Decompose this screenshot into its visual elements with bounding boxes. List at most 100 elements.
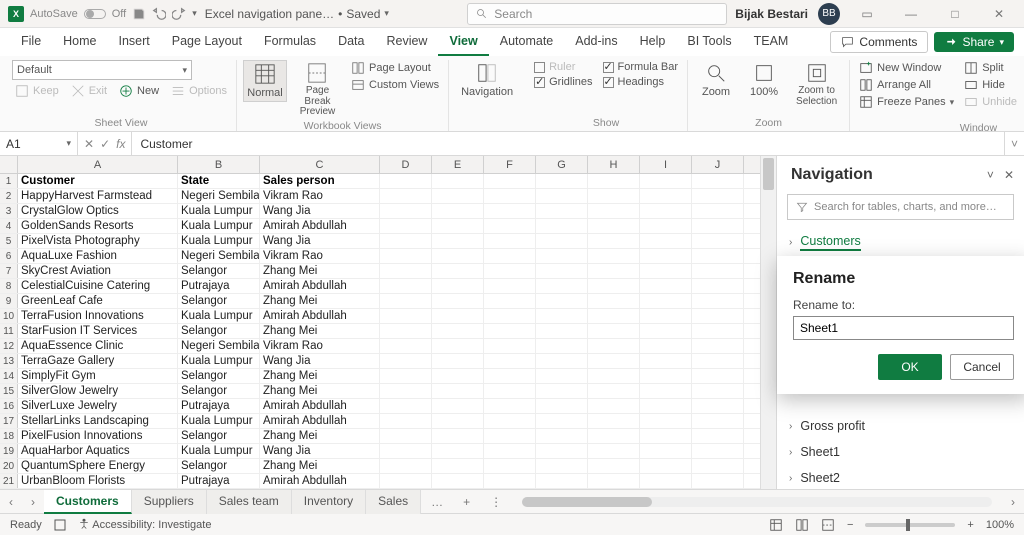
cell[interactable]: [484, 249, 536, 263]
unhide-button[interactable]: Unhide: [961, 94, 1020, 110]
cell[interactable]: Putrajaya: [178, 399, 260, 413]
cell[interactable]: Kuala Lumpur: [178, 414, 260, 428]
cell[interactable]: [588, 339, 640, 353]
cell[interactable]: [536, 444, 588, 458]
page-break-button[interactable]: Page Break Preview: [291, 60, 344, 120]
cell[interactable]: HappyHarvest Farmstead: [18, 189, 178, 203]
cell[interactable]: [640, 264, 692, 278]
cell[interactable]: [692, 294, 744, 308]
cell[interactable]: [536, 339, 588, 353]
cell[interactable]: [536, 219, 588, 233]
formula-input[interactable]: Customer: [132, 132, 1004, 155]
cell[interactable]: [536, 399, 588, 413]
row-header[interactable]: 6: [0, 249, 18, 263]
row-header[interactable]: 1: [0, 174, 18, 188]
row-header[interactable]: 13: [0, 354, 18, 368]
cell[interactable]: Vikram Rao: [260, 339, 380, 353]
cell[interactable]: [484, 339, 536, 353]
nav-options-icon[interactable]: ˅: [987, 168, 994, 182]
cell[interactable]: [380, 294, 432, 308]
cancel-button[interactable]: Cancel: [950, 354, 1014, 380]
cell[interactable]: [380, 459, 432, 473]
cell[interactable]: [640, 384, 692, 398]
menu-tab-view[interactable]: View: [438, 28, 488, 56]
cell[interactable]: [692, 444, 744, 458]
title-menu-icon[interactable]: ▾: [384, 8, 389, 19]
cell[interactable]: [432, 264, 484, 278]
tab-prev-icon[interactable]: ‹: [0, 495, 22, 509]
tab-next-icon[interactable]: ›: [22, 495, 44, 509]
spreadsheet-grid[interactable]: ABCDEFGHIJ 1CustomerStateSales person2Ha…: [0, 156, 760, 489]
split-button[interactable]: Split: [961, 60, 1020, 76]
cell[interactable]: [536, 384, 588, 398]
cell[interactable]: State: [178, 174, 260, 188]
new-view-button[interactable]: New: [116, 83, 162, 99]
row-header[interactable]: 10: [0, 309, 18, 323]
row-header[interactable]: 21: [0, 474, 18, 488]
cell[interactable]: [484, 414, 536, 428]
cell[interactable]: [432, 354, 484, 368]
menu-tab-automate[interactable]: Automate: [489, 28, 565, 56]
ok-button[interactable]: OK: [878, 354, 942, 380]
cell[interactable]: [588, 219, 640, 233]
cell[interactable]: [536, 189, 588, 203]
cell[interactable]: Zhang Mei: [260, 369, 380, 383]
cell[interactable]: [432, 459, 484, 473]
cell[interactable]: [692, 219, 744, 233]
cell[interactable]: [692, 414, 744, 428]
cell[interactable]: [484, 279, 536, 293]
row-header[interactable]: 7: [0, 264, 18, 278]
cell[interactable]: [536, 354, 588, 368]
cell[interactable]: [692, 249, 744, 263]
row-header[interactable]: 15: [0, 384, 18, 398]
cell[interactable]: [484, 429, 536, 443]
cell[interactable]: Amirah Abdullah: [260, 474, 380, 488]
zoom-percent[interactable]: 100%: [986, 519, 1014, 531]
cell[interactable]: [536, 174, 588, 188]
cell[interactable]: PixelVista Photography: [18, 234, 178, 248]
cell[interactable]: GoldenSands Resorts: [18, 219, 178, 233]
cell[interactable]: [484, 264, 536, 278]
cell[interactable]: [380, 429, 432, 443]
maximize-icon[interactable]: □: [938, 7, 972, 21]
cell[interactable]: Wang Jia: [260, 444, 380, 458]
cell[interactable]: [640, 189, 692, 203]
cell[interactable]: Zhang Mei: [260, 324, 380, 338]
cell[interactable]: [536, 279, 588, 293]
cell[interactable]: [380, 189, 432, 203]
cell[interactable]: [484, 399, 536, 413]
row-header[interactable]: 18: [0, 429, 18, 443]
cell[interactable]: [692, 309, 744, 323]
sheet-tab-customers[interactable]: Customers: [44, 490, 132, 514]
cell[interactable]: GreenLeaf Cafe: [18, 294, 178, 308]
cell[interactable]: SimplyFit Gym: [18, 369, 178, 383]
normal-view-button[interactable]: Normal: [243, 60, 287, 102]
nav-item-sheet2[interactable]: ›Sheet2: [777, 465, 1024, 489]
cell[interactable]: [432, 294, 484, 308]
cell[interactable]: [484, 459, 536, 473]
cell[interactable]: [484, 354, 536, 368]
cell[interactable]: [640, 219, 692, 233]
cell[interactable]: [692, 354, 744, 368]
cell[interactable]: Putrajaya: [178, 474, 260, 488]
cell[interactable]: [692, 399, 744, 413]
nav-item-customers[interactable]: ›Customers: [777, 228, 1024, 257]
cell[interactable]: [536, 294, 588, 308]
cell[interactable]: [432, 384, 484, 398]
cell[interactable]: [588, 234, 640, 248]
col-header-F[interactable]: F: [484, 156, 536, 173]
cell[interactable]: [432, 399, 484, 413]
arrange-all-button[interactable]: Arrange All: [856, 77, 957, 93]
col-header-H[interactable]: H: [588, 156, 640, 173]
cell[interactable]: TerraGaze Gallery: [18, 354, 178, 368]
row-header[interactable]: 5: [0, 234, 18, 248]
cell[interactable]: [380, 399, 432, 413]
cell[interactable]: [692, 264, 744, 278]
cell[interactable]: Selangor: [178, 324, 260, 338]
cell[interactable]: [432, 429, 484, 443]
cell[interactable]: Amirah Abdullah: [260, 219, 380, 233]
cell[interactable]: [640, 339, 692, 353]
cell[interactable]: Zhang Mei: [260, 384, 380, 398]
sheet-tab-sales-team[interactable]: Sales team: [207, 490, 292, 514]
cell[interactable]: SkyCrest Aviation: [18, 264, 178, 278]
